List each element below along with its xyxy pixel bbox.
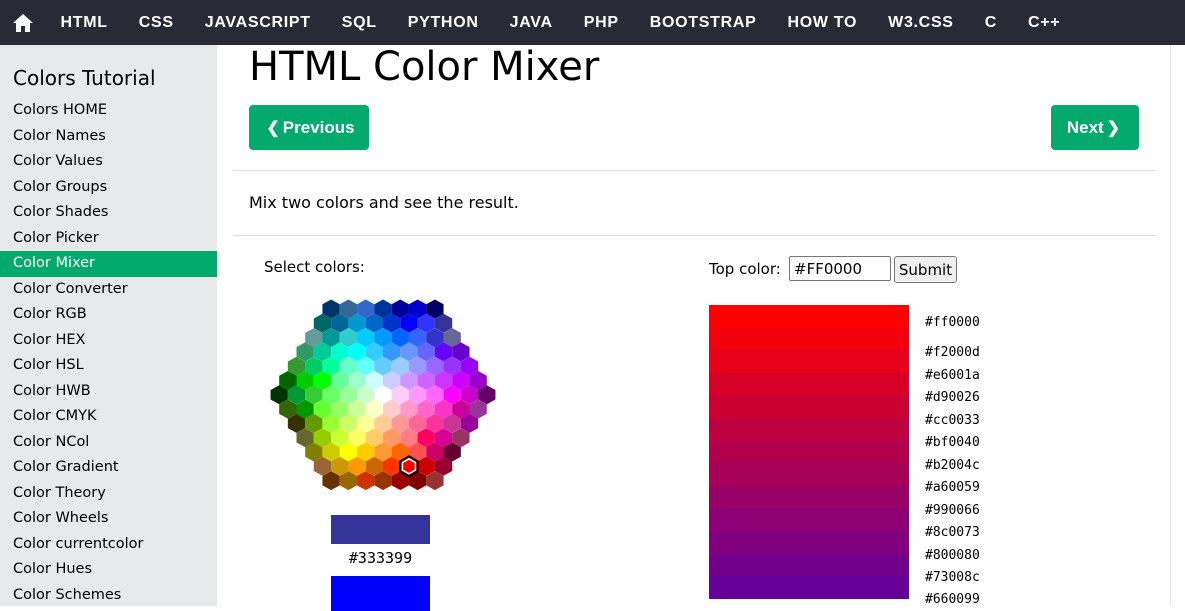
intro-text: Mix two colors and see the result.: [249, 193, 519, 212]
mix-color-band: [709, 395, 909, 418]
mix-color-code: #d90026: [925, 390, 980, 405]
mix-color-code: #f2000d: [925, 345, 980, 360]
nav-item-c[interactable]: C++: [1012, 0, 1075, 45]
sidebar-item-color-hwb[interactable]: Color HWB: [0, 379, 217, 405]
mix-color-code: #660099: [925, 592, 980, 607]
mix-color-code: #73008c: [925, 570, 980, 585]
sidebar-item-color-gradient[interactable]: Color Gradient: [0, 455, 217, 481]
nav-item-python[interactable]: PYTHON: [392, 0, 494, 45]
sidebar-item-color-currentcolor[interactable]: Color currentcolor: [0, 532, 217, 558]
chevron-right-icon: ❯: [1106, 119, 1121, 137]
sidebar-item-color-mixer[interactable]: Color Mixer: [0, 251, 217, 277]
home-button[interactable]: [0, 0, 45, 45]
nav-item-c[interactable]: C: [969, 0, 1012, 45]
sidebar-item-color-groups[interactable]: Color Groups: [0, 175, 217, 201]
sidebar-item-color-rgb[interactable]: Color RGB: [0, 302, 217, 328]
mix-color-band: [709, 327, 909, 351]
sidebar-item-color-schemes[interactable]: Color Schemes: [0, 583, 217, 607]
divider: [233, 235, 1156, 236]
sidebar-title: Colors Tutorial: [13, 66, 156, 90]
mix-color-band: [709, 372, 909, 396]
color-hexagon-map[interactable]: [263, 297, 503, 507]
nav-item-w3-css[interactable]: W3.CSS: [873, 0, 970, 45]
selected-color-value-1: #333399: [348, 549, 413, 567]
mix-color-code: #e6001a: [925, 368, 980, 383]
top-color-input[interactable]: [789, 256, 891, 281]
mix-color-code: #800080: [925, 548, 980, 563]
divider: [233, 170, 1156, 171]
nav-item-how-to[interactable]: HOW TO: [772, 0, 873, 45]
mix-color-code: #990066: [925, 503, 980, 518]
mix-color-band: [709, 508, 909, 531]
mix-color-code: #8c0073: [925, 525, 980, 540]
top-color-label: Top color:: [709, 260, 781, 278]
home-icon: [12, 13, 33, 32]
nav-item-javascript[interactable]: JAVASCRIPT: [189, 0, 326, 45]
sidebar-item-color-hues[interactable]: Color Hues: [0, 557, 217, 583]
select-colors-label: Select colors:: [264, 258, 365, 276]
next-label: Next: [1066, 117, 1104, 137]
submit-button[interactable]: Submit: [894, 256, 957, 283]
mix-color-band: [709, 576, 909, 599]
nav-item-java[interactable]: JAVA: [494, 0, 568, 45]
mix-color-code: #bf0040: [925, 435, 980, 450]
sidebar-item-color-ncol[interactable]: Color NCol: [0, 430, 217, 456]
sidebar-item-color-theory[interactable]: Color Theory: [0, 481, 217, 507]
mix-color-band: [709, 530, 909, 554]
mix-color-band: [709, 553, 909, 577]
mix-color-band: [709, 440, 909, 464]
nav-item-bootstrap[interactable]: BOOTSTRAP: [634, 0, 772, 45]
sidebar-item-color-picker[interactable]: Color Picker: [0, 226, 217, 252]
top-navigation: HTML CSS JAVASCRIPT SQL PYTHON JAVA PHP BOOTSTR…: [0, 0, 1185, 45]
nav-item-sql[interactable]: SQL: [326, 0, 392, 45]
sidebar-item-color-names[interactable]: Color Names: [0, 124, 217, 150]
page-title: HTML Color Mixer: [249, 44, 600, 90]
sidebar-item-color-converter[interactable]: Color Converter: [0, 277, 217, 303]
sidebar-item-color-cmyk[interactable]: Color CMYK: [0, 404, 217, 430]
sidebar-list: Colors HOME Color Names Color Values Color …: [0, 98, 217, 606]
previous-button[interactable]: ❮ Previous: [249, 105, 369, 150]
sidebar-item-color-hsl[interactable]: Color HSL: [0, 353, 217, 379]
mix-color-band: [709, 485, 909, 509]
sidebar-item-color-values[interactable]: Color Values: [0, 149, 217, 175]
next-button[interactable]: Next ❯: [1051, 105, 1139, 150]
selected-color-swatch-1: [331, 515, 430, 544]
mix-color-band: [709, 305, 909, 328]
mix-color-code: #ff0000: [925, 315, 980, 330]
mix-color-code: #a60059: [925, 480, 980, 495]
mix-color-code: #cc0033: [925, 413, 980, 428]
mix-color-code: #b2004c: [925, 458, 980, 473]
main-content: HTML Color Mixer ❮ Previous Next ❯ Mix t…: [233, 44, 1171, 611]
mix-color-band: [709, 350, 909, 373]
sidebar-item-color-shades[interactable]: Color Shades: [0, 200, 217, 226]
mix-color-band: [709, 417, 909, 441]
chevron-left-icon: ❮: [266, 119, 280, 137]
sidebar-item-color-hex[interactable]: Color HEX: [0, 328, 217, 354]
nav-item-css[interactable]: CSS: [123, 0, 189, 45]
sidebar-item-colors-home[interactable]: Colors HOME: [0, 98, 217, 124]
sidebar: Colors Tutorial Colors HOME Color Names Co…: [0, 45, 217, 606]
nav-item-php[interactable]: PHP: [568, 0, 634, 45]
mix-color-band: [709, 463, 909, 486]
nav-item-html[interactable]: HTML: [45, 0, 123, 45]
sidebar-item-color-wheels[interactable]: Color Wheels: [0, 506, 217, 532]
mix-result-strip: [709, 305, 909, 606]
previous-label: Previous: [282, 117, 355, 137]
